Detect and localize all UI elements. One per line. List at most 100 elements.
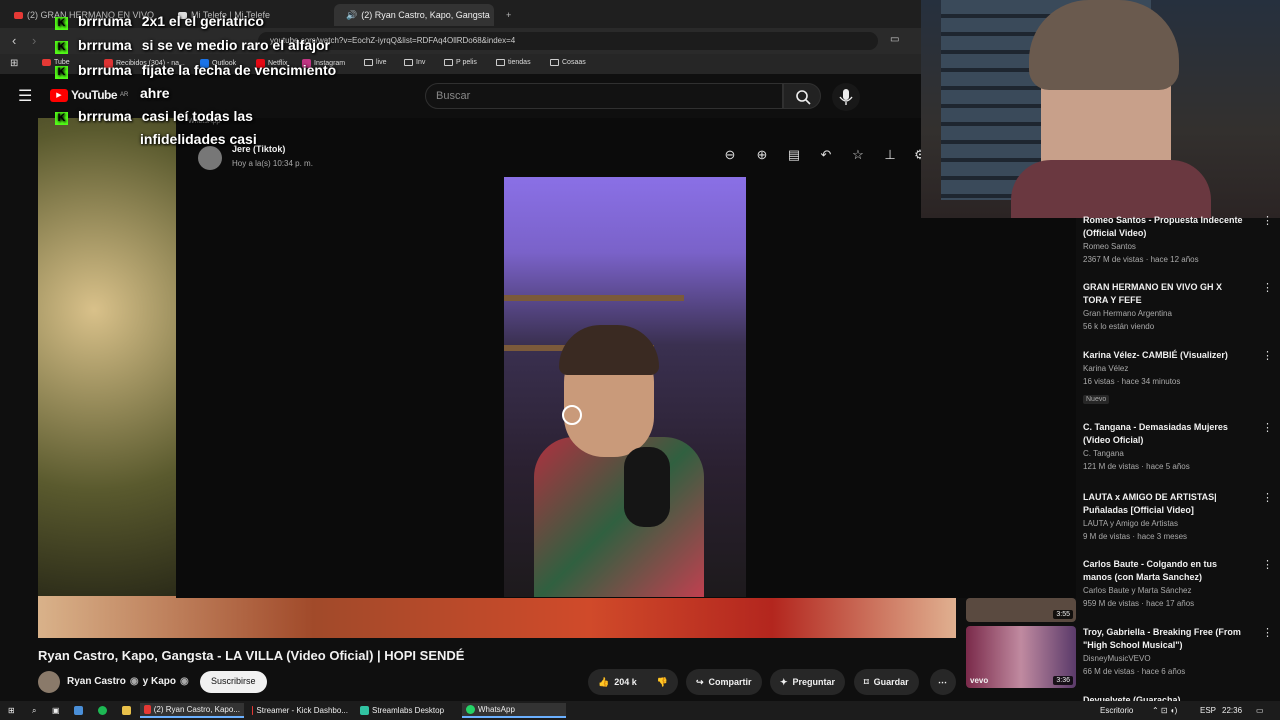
bookmark-cosaas[interactable]: Cosaas bbox=[550, 59, 586, 66]
folder-icon bbox=[496, 59, 505, 66]
search-input[interactable]: Buscar bbox=[425, 83, 783, 109]
new-tab-button[interactable]: + bbox=[498, 4, 519, 26]
shared-photo[interactable] bbox=[504, 177, 746, 597]
sender-avatar[interactable] bbox=[198, 146, 222, 170]
url-field[interactable]: youtube.com/watch?v=EochZ-iyrqQ&list=RDF… bbox=[258, 32, 878, 50]
pin-icon[interactable]: ⊥ bbox=[883, 148, 897, 162]
bookmark-pelis[interactable]: P pelis bbox=[444, 59, 477, 66]
star-icon[interactable]: ☆ bbox=[851, 148, 865, 162]
kick-icon: K bbox=[55, 41, 68, 54]
desktop-label[interactable]: Escritorio bbox=[1096, 703, 1137, 718]
more-options-icon[interactable]: ⋮ bbox=[1262, 281, 1273, 294]
bookmark-inv[interactable]: Inv bbox=[404, 59, 425, 66]
video-thumbnail[interactable]: vevo 3:36 bbox=[966, 626, 1076, 688]
taskbar-item-youtube[interactable]: (2) Ryan Castro, Kapo... bbox=[140, 703, 244, 718]
sparkle-icon: ✦ bbox=[780, 676, 788, 687]
screen-icon[interactable]: ▭ bbox=[890, 34, 899, 45]
kick-icon: K bbox=[55, 66, 68, 79]
video-frame-bottom bbox=[38, 596, 956, 638]
related-video-item[interactable]: LAUTA x AMIGO DE ARTISTAS| Puñaladas [Of… bbox=[1083, 491, 1273, 543]
ask-button[interactable]: ✦ Preguntar bbox=[770, 669, 846, 695]
like-dislike-group: 👍 204 k 👎 bbox=[588, 669, 678, 695]
more-options-icon[interactable]: ⋮ bbox=[1262, 349, 1273, 362]
bookmark-live[interactable]: live bbox=[364, 59, 387, 66]
related-video-item[interactable]: Karina Vélez- CAMBIÉ (Visualizer) Karina… bbox=[1083, 349, 1273, 406]
youtube-icon bbox=[42, 59, 51, 66]
taskbar-item-streamlabs[interactable]: Streamlabs Desktop bbox=[356, 703, 460, 718]
apps-grid-icon[interactable]: ⊞ bbox=[10, 58, 18, 69]
related-video-item[interactable]: Carlos Baute - Colgando en tus manos (co… bbox=[1083, 558, 1273, 610]
youtube-logo[interactable]: ▶ YouTube AR bbox=[50, 88, 128, 102]
bookmark-icon: ⌑ bbox=[864, 676, 869, 687]
chat-message: ahre bbox=[140, 85, 170, 101]
forward-icon[interactable]: › bbox=[32, 33, 36, 48]
dislike-icon[interactable]: 👎 bbox=[657, 677, 668, 688]
clock[interactable]: 22:36 bbox=[1218, 703, 1246, 718]
back-icon[interactable]: ‹ bbox=[12, 33, 16, 48]
start-icon[interactable]: ⊞ bbox=[4, 703, 19, 718]
chrome-icon bbox=[252, 706, 254, 715]
new-badge: Nuevo bbox=[1083, 395, 1110, 404]
kick-icon: K bbox=[55, 17, 68, 30]
language-indicator[interactable]: ESP bbox=[1196, 703, 1220, 718]
shelf bbox=[504, 295, 684, 301]
spotify-icon[interactable] bbox=[94, 703, 111, 718]
person-shirt bbox=[534, 437, 704, 597]
windows-taskbar: ⊞ ⌕ ▣ (2) Ryan Castro, Kapo... Streamer … bbox=[0, 701, 1280, 720]
duration-badge: 3:55 bbox=[1053, 610, 1073, 619]
message-time: Hoy a la(s) 10:34 p. m. bbox=[232, 159, 313, 168]
share-button[interactable]: ↪ Compartir bbox=[686, 669, 762, 695]
person-hair bbox=[559, 325, 659, 375]
chat-message: Kbrrruma 2x1 el el geriatrico bbox=[55, 13, 264, 30]
mail-icon[interactable] bbox=[70, 703, 87, 718]
video-thumbnail[interactable]: 3:55 bbox=[966, 598, 1076, 622]
chat-icon[interactable]: ▤ bbox=[787, 148, 801, 162]
subscribe-button[interactable]: Suscribirse bbox=[200, 671, 267, 693]
related-videos-sidebar: Romeo Santos - Propuesta Indecente (Offi… bbox=[1078, 215, 1273, 720]
like-icon[interactable]: 👍 bbox=[598, 677, 609, 688]
more-options-icon[interactable]: ⋮ bbox=[1262, 214, 1273, 227]
more-options-icon[interactable]: ⋮ bbox=[1262, 626, 1273, 639]
notification-icon[interactable]: ▭ bbox=[1252, 703, 1268, 718]
more-actions-button[interactable]: ⋯ bbox=[930, 669, 956, 695]
save-button[interactable]: ⌑ Guardar bbox=[854, 669, 919, 695]
folder-icon bbox=[364, 59, 373, 66]
zoom-out-icon[interactable]: ⊖ bbox=[723, 148, 737, 162]
chat-message: Kbrrruma si se ve medio raro el alfajor bbox=[55, 37, 330, 54]
taskbar-item-kick[interactable]: Streamer - Kick Dashbo... bbox=[248, 703, 352, 718]
folder-icon bbox=[550, 59, 559, 66]
zoom-in-icon[interactable]: ⊕ bbox=[755, 148, 769, 162]
reply-icon[interactable]: ↶ bbox=[819, 148, 833, 162]
like-count[interactable]: 204 k bbox=[614, 677, 637, 687]
chat-message: infidelidades casi bbox=[140, 131, 257, 147]
channel-avatar[interactable] bbox=[38, 671, 60, 693]
kick-icon: K bbox=[55, 112, 68, 125]
speaker-icon: 🔊 bbox=[346, 9, 358, 20]
microphone bbox=[624, 447, 670, 527]
duration-badge: 3:36 bbox=[1053, 676, 1073, 685]
related-video-item[interactable]: Romeo Santos - Propuesta Indecente (Offi… bbox=[1083, 214, 1273, 266]
search-button[interactable] bbox=[783, 83, 821, 109]
more-options-icon[interactable]: ⋮ bbox=[1262, 558, 1273, 571]
related-video-item[interactable]: GRAN HERMANO EN VIVO GH X TORA Y FEFE Gr… bbox=[1083, 281, 1273, 333]
tray-icons[interactable]: ⌃ ⊡ ◖) bbox=[1148, 703, 1181, 718]
share-icon: ↪ bbox=[696, 676, 704, 687]
more-options-icon[interactable]: ⋮ bbox=[1262, 421, 1273, 434]
file-explorer-icon[interactable] bbox=[118, 703, 135, 718]
menu-icon[interactable]: ☰ bbox=[18, 86, 32, 106]
chat-message: Kbrrruma fijate la fecha de vencimiento bbox=[55, 62, 336, 79]
more-options-icon[interactable]: ⋮ bbox=[1262, 491, 1273, 504]
whatsapp-icon bbox=[466, 705, 475, 714]
task-view-icon[interactable]: ▣ bbox=[48, 703, 64, 718]
related-video-item[interactable]: C. Tangana - Demasiadas Mujeres (Video O… bbox=[1083, 421, 1273, 473]
voice-search-button[interactable] bbox=[832, 83, 860, 111]
chrome-icon bbox=[144, 705, 151, 714]
folder-icon bbox=[404, 59, 413, 66]
search-icon[interactable]: ⌕ bbox=[28, 703, 40, 718]
microphone-icon bbox=[839, 89, 853, 105]
related-video-item[interactable]: Troy, Gabriella - Breaking Free (From "H… bbox=[1083, 626, 1273, 678]
bookmark-tiendas[interactable]: tiendas bbox=[496, 59, 531, 66]
taskbar-item-whatsapp[interactable]: WhatsApp bbox=[462, 703, 566, 718]
channel-name[interactable]: Ryan Castro ◉ y Kapo ◉ bbox=[67, 676, 189, 687]
tab-ryan-castro[interactable]: 🔊 (2) Ryan Castro, Kapo, Gangsta ✕ bbox=[334, 4, 494, 26]
